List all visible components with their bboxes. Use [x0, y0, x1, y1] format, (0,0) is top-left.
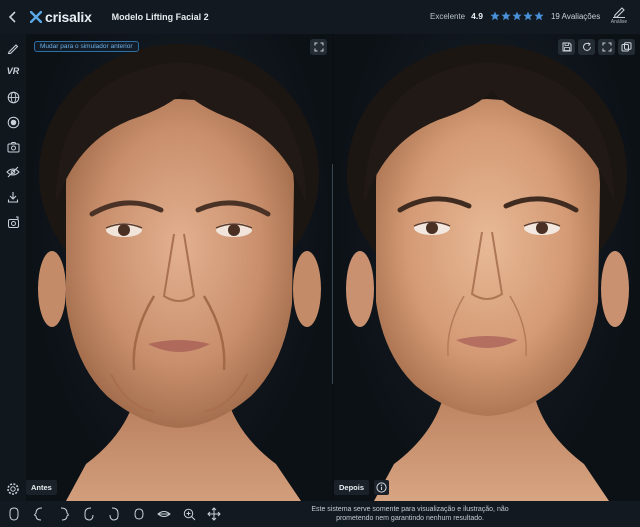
analysis-label: Análise: [610, 19, 628, 25]
expand-left-button[interactable]: [310, 39, 327, 55]
save-button[interactable]: [558, 39, 575, 55]
reset-view-button[interactable]: [578, 39, 595, 55]
before-label: Antes: [26, 480, 57, 495]
face-front-view-button[interactable]: [7, 507, 21, 521]
settings-icon: [7, 483, 19, 495]
rotate-icon: [582, 42, 591, 51]
switch-simulator-button[interactable]: Mudar para o simulador anterior: [34, 41, 139, 52]
compare-icon: [621, 42, 632, 52]
analysis-icon: [613, 7, 625, 18]
vr-icon: VR: [6, 66, 20, 76]
top-bar: crisalix Modelo Lifting Facial 2 Excelen…: [0, 0, 640, 34]
model-title: Modelo Lifting Facial 2: [111, 12, 209, 22]
download-button[interactable]: [5, 189, 21, 205]
analysis-button[interactable]: Análise: [608, 4, 630, 25]
rating-score: 4.9: [471, 11, 483, 21]
camera-icon: [7, 142, 19, 153]
compare-button[interactable]: [618, 39, 635, 55]
brand-name: crisalix: [45, 9, 92, 25]
reviews-count: 19 Avaliações: [550, 11, 601, 21]
face-right-view-button[interactable]: [57, 507, 71, 521]
crisalix-logo-icon: [30, 11, 42, 23]
lips-view-button[interactable]: [157, 507, 171, 521]
after-label: Depois: [334, 480, 370, 495]
face-profile-left-icon: [33, 507, 43, 521]
download-icon: [7, 192, 19, 203]
after-face-image: [346, 44, 629, 501]
back-button[interactable]: [0, 0, 26, 34]
face-three-quarter-icon: [109, 507, 119, 521]
draw-tool[interactable]: [5, 40, 21, 56]
globe-button[interactable]: [5, 89, 21, 105]
vr-button[interactable]: VR: [5, 63, 21, 79]
info-button[interactable]: [374, 480, 389, 495]
face-outline-icon: [9, 507, 19, 521]
zoom-button[interactable]: [182, 507, 196, 521]
star-icon: [534, 11, 544, 21]
before-pane[interactable]: Mudar para o simulador anterior Antes: [26, 34, 332, 501]
face-profile-right-icon: [60, 507, 70, 521]
before-face-image: [38, 44, 321, 501]
switch-camera-button[interactable]: [5, 214, 21, 230]
face-left-view-button[interactable]: [32, 507, 46, 521]
record-button[interactable]: [5, 114, 21, 130]
fullscreen-icon: [602, 42, 611, 52]
rating-label: Excelente: [430, 11, 466, 21]
disclaimer-line-1: Este sistema serve somente para visualiz…: [311, 506, 509, 513]
disclaimer-text: Este sistema serve somente para visualiz…: [270, 505, 550, 523]
face-three-quarter-left-button[interactable]: [82, 507, 96, 521]
after-pane[interactable]: Depois: [334, 34, 640, 501]
move-icon: [207, 507, 221, 521]
brand-logo[interactable]: crisalix: [30, 9, 92, 25]
move-button[interactable]: [207, 507, 221, 521]
eye-slash-icon: [6, 166, 20, 178]
star-icon: [523, 11, 533, 21]
star-icon: [490, 11, 500, 21]
fullscreen-button[interactable]: [598, 39, 615, 55]
record-icon: [7, 116, 19, 128]
zoom-icon: [183, 508, 195, 520]
divider-handle[interactable]: [332, 164, 333, 384]
settings-button[interactable]: [6, 482, 20, 496]
lips-icon: [157, 511, 171, 517]
camera-rotate-icon: [7, 216, 19, 228]
star-icon: [512, 11, 522, 21]
back-icon: [8, 11, 16, 23]
expand-icon: [314, 42, 323, 52]
camera-button[interactable]: [5, 139, 21, 155]
rating-summary[interactable]: Excelente 4.9 19 Avaliações: [430, 11, 600, 21]
save-icon: [562, 42, 571, 52]
rating-stars: [490, 11, 544, 21]
simulation-viewer[interactable]: Mudar para o simulador anterior Antes De…: [26, 34, 640, 501]
pencil-icon: [7, 44, 19, 54]
left-toolbar: VR: [0, 34, 26, 501]
globe-icon: [7, 91, 19, 103]
bottom-toolbar: Este sistema serve somente para visualiz…: [0, 501, 640, 527]
info-icon: [376, 482, 387, 493]
head-icon: [134, 508, 144, 520]
hide-button[interactable]: [5, 164, 21, 180]
star-icon: [501, 11, 511, 21]
head-top-view-button[interactable]: [132, 507, 146, 521]
disclaimer-line-2: prometendo nem garantindo nenhum resulta…: [336, 515, 484, 522]
face-three-quarter-right-button[interactable]: [107, 507, 121, 521]
face-three-quarter-icon: [84, 507, 94, 521]
